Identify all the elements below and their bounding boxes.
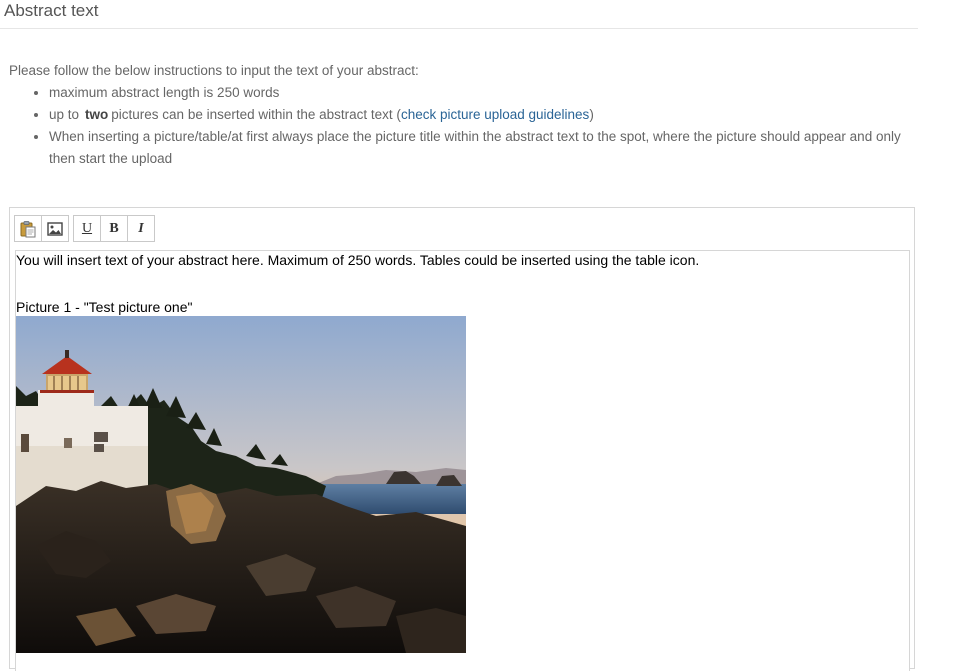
instructions-panel: Please follow the below instructions to … <box>9 60 909 170</box>
instruction-prefix: up to <box>49 107 80 122</box>
paste-button[interactable] <box>14 215 42 242</box>
instructions-list: maximum abstract length is 250 words up … <box>9 82 909 170</box>
editor-content-area[interactable]: You will insert text of your abstract he… <box>15 250 910 671</box>
instruction-strong: two <box>85 107 109 122</box>
image-icon <box>47 221 63 236</box>
italic-button[interactable]: I <box>127 215 155 242</box>
bold-button[interactable]: B <box>100 215 128 242</box>
instructions-intro: Please follow the below instructions to … <box>9 63 419 78</box>
paste-icon <box>20 220 36 237</box>
editor-toolbar: U B I <box>14 215 159 243</box>
picture-guidelines-link[interactable]: check picture upload guidelines <box>401 107 589 122</box>
abstract-editor: U B I You will insert text of your abstr… <box>9 207 915 671</box>
underline-button[interactable]: U <box>73 215 101 242</box>
section-header: Abstract text <box>0 0 918 29</box>
editor-content-text[interactable]: You will insert text of your abstract he… <box>16 251 699 269</box>
section-title: Abstract text <box>4 1 99 20</box>
instruction-item: maximum abstract length is 250 words <box>49 82 909 104</box>
toolbar-group-format: U B I <box>73 215 155 243</box>
instruction-item: When inserting a picture/table/at first … <box>49 126 909 170</box>
insert-image-button[interactable] <box>41 215 69 242</box>
inserted-picture[interactable] <box>16 316 466 653</box>
instruction-suffix: ) <box>589 107 594 122</box>
toolbar-group-insert <box>14 215 69 243</box>
instruction-item: up to twopictures can be inserted within … <box>49 104 909 126</box>
instruction-middle: pictures can be inserted within the abst… <box>111 107 401 122</box>
picture-caption[interactable]: Picture 1 - "Test picture one" <box>16 298 192 316</box>
